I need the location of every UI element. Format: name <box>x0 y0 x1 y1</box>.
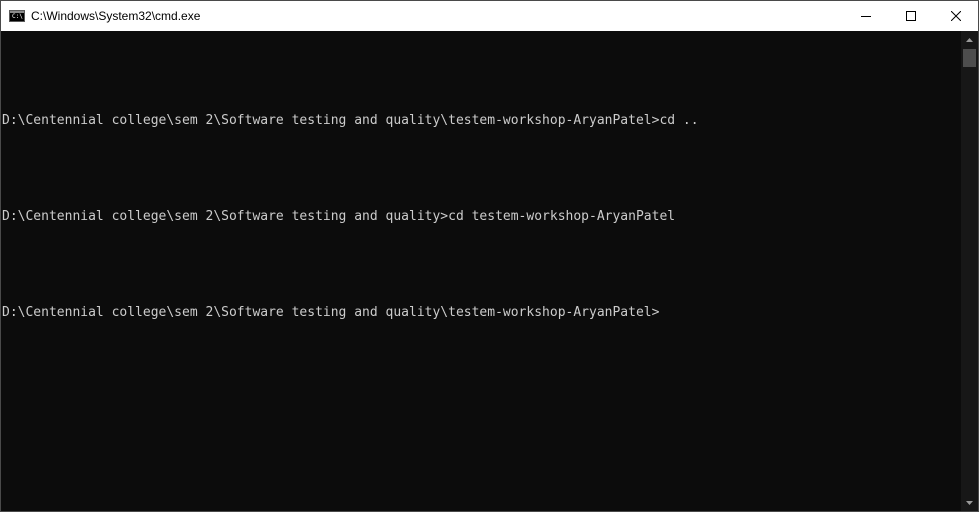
minimize-icon <box>860 16 871 17</box>
scroll-down-arrow-icon <box>966 500 973 505</box>
window-controls <box>843 1 978 31</box>
console-output[interactable]: D:\Centennial college\sem 2\Software tes… <box>1 31 961 511</box>
scroll-up-button[interactable] <box>961 31 978 48</box>
cmd-app-icon-label: C:\ <box>12 13 23 20</box>
close-button[interactable] <box>933 1 978 31</box>
maximize-icon <box>905 11 916 21</box>
console-line: D:\Centennial college\sem 2\Software tes… <box>2 305 660 320</box>
minimize-button[interactable] <box>843 1 888 31</box>
cmd-window: C:\ C:\Windows\System32\cmd.exe D:\Cente… <box>0 0 979 512</box>
scroll-up-arrow-icon <box>966 37 973 42</box>
vertical-scrollbar[interactable] <box>961 31 978 511</box>
console-line: D:\Centennial college\sem 2\Software tes… <box>2 209 676 224</box>
maximize-button[interactable] <box>888 1 933 31</box>
window-title: C:\Windows\System32\cmd.exe <box>31 9 201 23</box>
cmd-app-icon[interactable]: C:\ <box>9 10 25 22</box>
scrollbar-thumb[interactable] <box>963 49 976 67</box>
title-bar[interactable]: C:\ C:\Windows\System32\cmd.exe <box>1 1 978 31</box>
console-line: D:\Centennial college\sem 2\Software tes… <box>2 113 699 128</box>
scroll-down-button[interactable] <box>961 494 978 511</box>
close-icon <box>950 11 961 21</box>
